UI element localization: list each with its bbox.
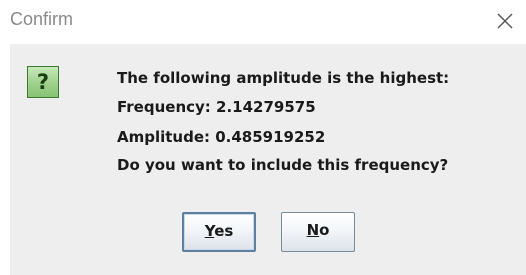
frequency-line: Frequency: 2.14279575 [117, 98, 316, 116]
question-line: Do you want to include this frequency? [117, 156, 449, 174]
confirm-dialog: Confirm ? The following amplitude is the… [0, 0, 526, 275]
amplitude-line: Amplitude: 0.485919252 [117, 128, 326, 146]
no-button[interactable]: No [281, 212, 355, 252]
question-glyph: ? [36, 70, 50, 94]
message-line-1: The following amplitude is the highest: [117, 69, 450, 87]
question-icon: ? [27, 66, 59, 98]
yes-label-rest: es [214, 222, 234, 240]
yes-mnemonic: Y [204, 222, 215, 240]
dialog-title: Confirm [10, 9, 74, 29]
dialog-body: ? The following amplitude is the highest… [10, 44, 526, 275]
title-bar[interactable]: Confirm [0, 0, 526, 44]
no-mnemonic: N [306, 221, 320, 239]
no-label-rest: o [319, 221, 330, 239]
close-icon[interactable] [490, 6, 520, 36]
yes-button[interactable]: Yes [182, 212, 256, 252]
